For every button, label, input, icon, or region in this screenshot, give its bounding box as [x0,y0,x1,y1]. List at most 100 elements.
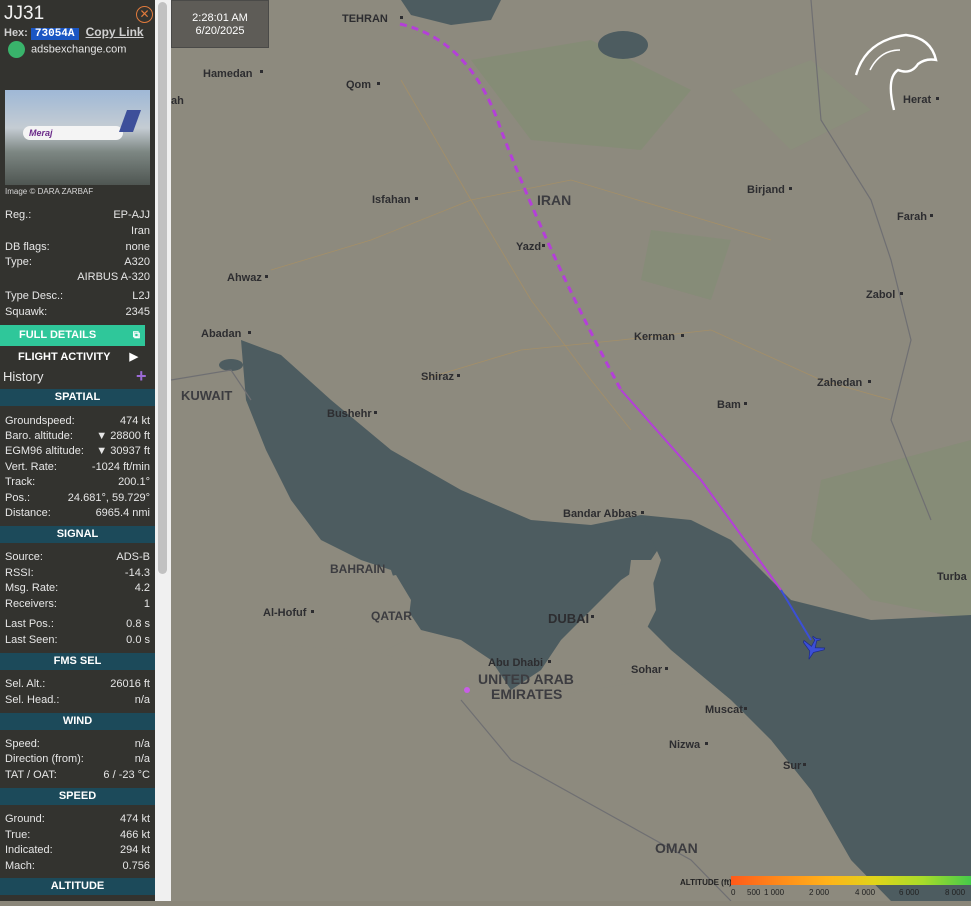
legend-tick: 0 [731,888,736,897]
info-key: Pos.: [5,492,31,504]
city-label: Qom [346,79,371,91]
info-key: Baro. altitude: [5,430,73,442]
history-label[interactable]: History [3,369,43,384]
city-label: Bandar Abbas [563,508,637,520]
city-label: Farah [897,211,927,223]
country-label: IRAN [537,192,571,208]
flight-activity-toggle[interactable]: FLIGHT ACTIVITY ▶ [0,348,145,366]
info-value: 4.2 [134,582,150,594]
country-label: BAHRAIN [330,562,385,576]
copy-link[interactable]: Copy Link [86,25,144,39]
info-key: RSSI: [5,567,34,579]
legend-color-bar [731,876,971,885]
info-value: 474 kt [120,813,150,825]
info-value: 0.0 s [126,634,150,646]
city-label: Sur [783,760,802,772]
clock-panel: 2:28:01 AM 6/20/2025 [171,0,269,48]
section-wind[interactable]: WIND [0,713,155,730]
legend-tick: 4 000 [855,888,876,897]
adsbexchange-logo-icon [8,41,25,58]
legend-label: ALTITUDE (ft) [680,878,732,887]
hex-label: Hex: [4,27,28,39]
info-value: L2J [132,290,150,302]
city-label: Shiraz [421,371,455,383]
info-value: 1 [143,598,150,610]
info-value: 0.8 s [126,618,150,630]
section-fms[interactable]: FMS SEL [0,653,155,670]
city-label: Muscat [705,704,743,716]
map-canvas[interactable]: IRAN KUWAIT BAHRAIN QATAR UNITED ARAB EM… [170,0,971,902]
clock-date: 6/20/2025 [195,25,245,37]
info-key: Ground: [5,813,45,825]
info-value: n/a [134,694,150,706]
legend-tick: 6 000 [899,888,920,897]
map-view[interactable]: IRAN KUWAIT BAHRAIN QATAR UNITED ARAB EM… [170,0,971,902]
info-value: -14.3 [124,567,150,579]
city-label: Abu Dhabi [488,657,543,669]
info-key: Mach: [5,860,35,872]
city-label: Zahedan [817,377,863,389]
info-value: 294 kt [120,844,150,856]
image-credit: Image © DARA ZARBAF [5,187,94,196]
country-label: UNITED ARAB [478,671,574,687]
hex-value[interactable]: 73054A [30,28,79,40]
info-key: EGM96 altitude: [5,445,84,457]
full-details-button[interactable]: FULL DETAILS ⧉ [0,325,145,346]
info-value: ADS-B [116,551,150,563]
info-key: Reg.: [5,209,32,221]
info-key: Direction (from): [5,753,84,765]
info-value: n/a [134,738,150,750]
info-key: Speed: [5,738,40,750]
info-key: Squawk: [5,306,48,318]
info-key: Type Desc.: [5,290,64,302]
info-value: ▼ 28800 ft [96,430,150,442]
country-label: EMIRATES [491,686,562,702]
info-value: 466 kt [120,829,150,841]
close-icon[interactable]: ✕ [136,6,153,23]
info-key: Track: [5,476,36,488]
aircraft-photo[interactable]: Meraj [5,90,150,185]
info-value: 6 / -23 °C [103,769,150,781]
info-key: Type: [5,256,32,268]
section-spatial[interactable]: SPATIAL [0,389,155,406]
city-label: Bam [717,399,741,411]
info-key: Vert. Rate: [5,461,57,473]
city-label: Hamedan [203,68,253,80]
info-value: AIRBUS A-320 [77,271,150,283]
flight-activity-label: FLIGHT ACTIVITY [18,351,111,363]
info-key: Indicated: [5,844,53,856]
plus-icon[interactable]: + [136,366,147,387]
adsbexchange-link[interactable]: adsbexchange.com [8,41,126,58]
city-label: Kerman [634,331,675,343]
info-value: 474 kt [120,415,150,427]
info-key: TAT / OAT: [5,769,57,781]
info-key: Receivers: [5,598,57,610]
info-key: Last Pos.: [5,618,54,630]
callsign: JJ31 [4,3,45,24]
site-label: adsbexchange.com [31,43,127,56]
info-value: Iran [131,225,150,237]
info-key: Last Seen: [5,634,58,646]
clock-time: 2:28:01 AM [192,12,248,24]
info-value: 26016 ft [110,678,150,690]
info-value: -1024 ft/min [91,461,150,473]
city-label: TEHRAN [342,13,388,25]
section-speed[interactable]: SPEED [0,788,155,805]
info-key: Source: [5,551,43,563]
city-label: Herat [903,94,931,106]
photo-livery: Meraj [29,128,53,138]
info-value: 2345 [125,306,150,318]
city-label: Turba [937,571,968,583]
city-label: Al-Hofuf [263,607,307,619]
sidebar-scrollbar-thumb[interactable] [158,2,167,574]
city-label: Zabol [866,289,895,301]
altitude-legend: ALTITUDE (ft) 0 500 1 000 2 000 4 000 6 … [675,872,971,901]
city-label: Isfahan [372,194,411,206]
country-label: QATAR [371,609,412,623]
legend-tick: 500 [747,888,761,897]
section-signal[interactable]: SIGNAL [0,526,155,543]
section-altitude[interactable]: ALTITUDE [0,878,155,895]
info-value: n/a [134,753,150,765]
chevron-right-icon: ▶ [129,351,138,363]
info-value: 24.681°, 59.729° [67,492,150,504]
